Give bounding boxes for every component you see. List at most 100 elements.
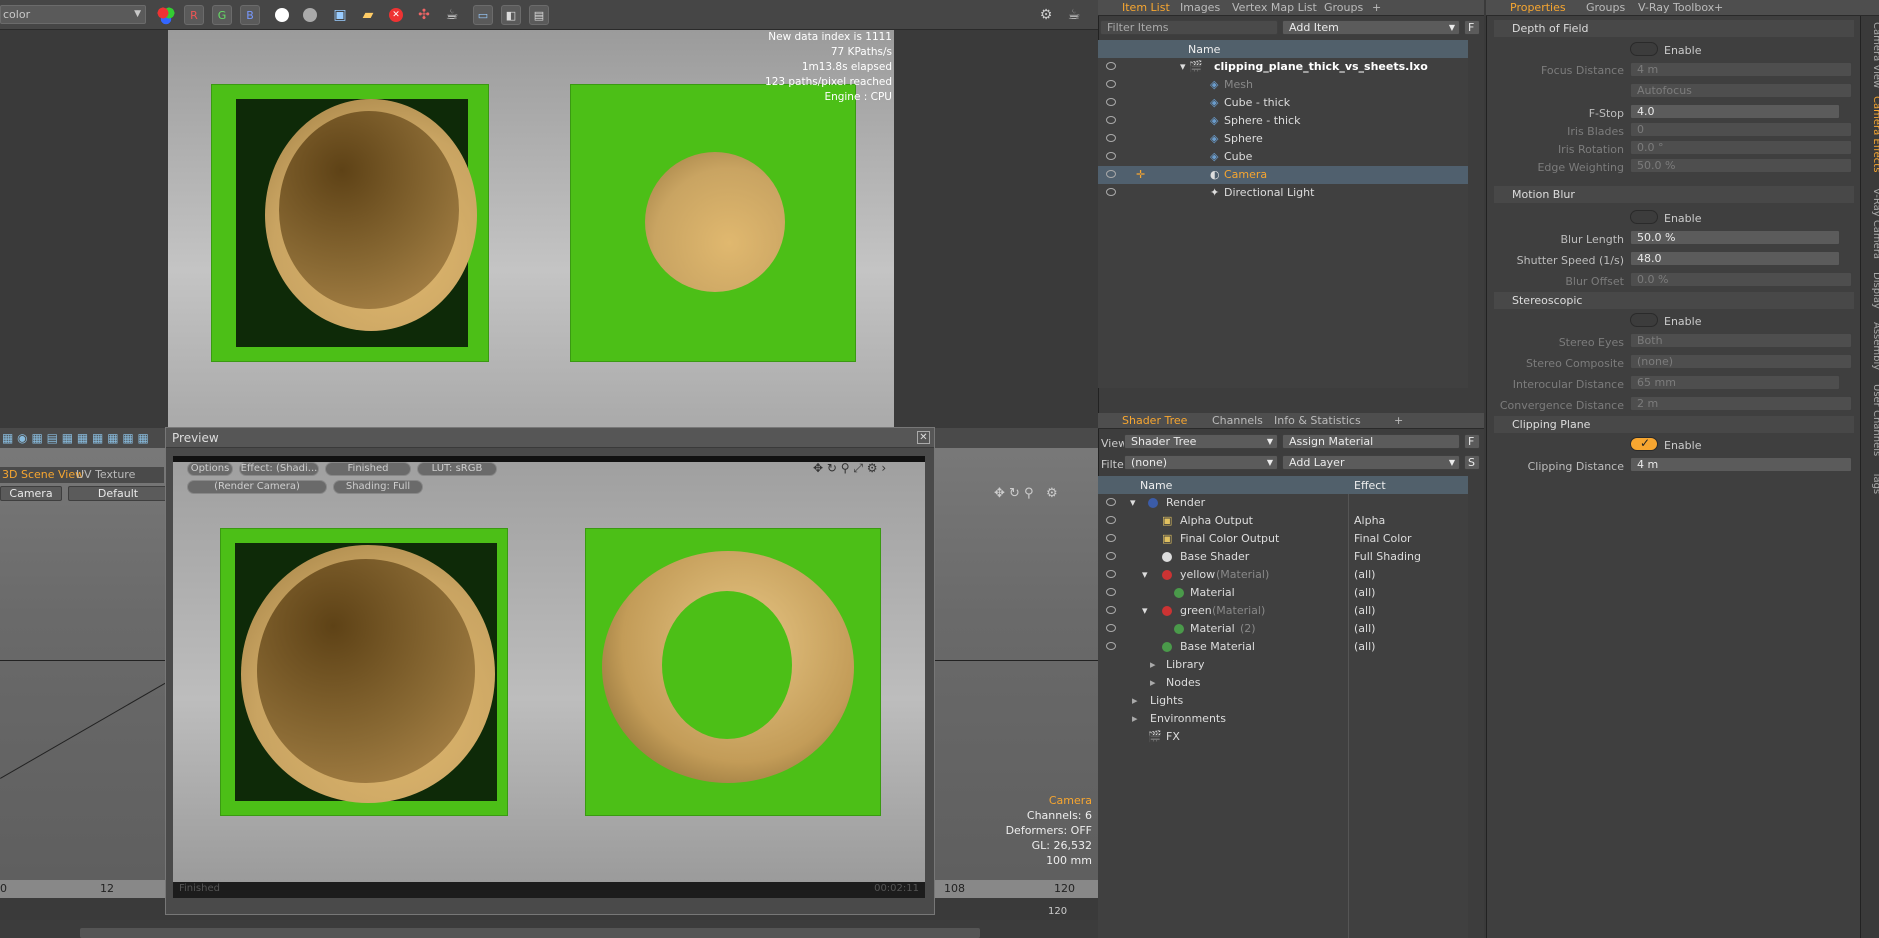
render-view[interactable]: New data index is 1111 77 KPaths/s 1m13.…	[168, 30, 894, 430]
preview-lut-button[interactable]: LUT: sRGB	[417, 462, 497, 476]
side-tab-user-channels[interactable]: User Channels	[1863, 384, 1879, 456]
eye-icon[interactable]	[1106, 534, 1116, 542]
iris-rotation-field[interactable]: 0.0 °	[1630, 140, 1852, 155]
tab-groups-props[interactable]: Groups	[1580, 0, 1631, 16]
overlay-icon[interactable]: ▤	[529, 5, 549, 25]
list-item[interactable]: ◈ Mesh	[1098, 76, 1468, 94]
shader-row[interactable]: Material (all)	[1098, 584, 1468, 602]
save-icon[interactable]: ▣	[330, 5, 350, 25]
tab-uv-texture-view[interactable]: UV Texture View	[70, 467, 164, 497]
tab-vray-toolbox[interactable]: V-Ray Toolbox	[1632, 0, 1720, 16]
filter-dropdown[interactable]: (none) ▼	[1124, 455, 1278, 470]
camera-target-icon[interactable]: ✛	[1136, 166, 1145, 184]
viewport-nav-icons[interactable]: ✥ ↻ ⚲ ⚙	[994, 486, 1058, 501]
clipping-distance-field[interactable]: 4 m	[1630, 457, 1852, 472]
eye-icon[interactable]	[1106, 134, 1116, 142]
side-tab-display[interactable]: Display	[1863, 272, 1879, 309]
eye-icon[interactable]	[1106, 606, 1116, 614]
close-icon[interactable]: ✕	[917, 431, 930, 444]
eye-icon[interactable]	[1106, 98, 1116, 106]
side-tab-camera-view[interactable]: Camera View	[1863, 22, 1879, 88]
grid-icon[interactable]: ✣	[414, 5, 434, 25]
stereo-composite-dropdown[interactable]: (none)	[1630, 354, 1852, 369]
eye-icon[interactable]	[1106, 642, 1116, 650]
add-tab-icon[interactable]: +	[1708, 0, 1729, 16]
autofocus-button[interactable]: Autofocus	[1630, 83, 1852, 98]
eye-icon[interactable]	[1106, 80, 1116, 88]
preview-nav-icons[interactable]: ✥ ↻ ⚲ ⤢ ⚙ ›	[813, 461, 886, 476]
add-tab-icon[interactable]: +	[1366, 0, 1387, 16]
edge-weighting-field[interactable]: 50.0 %	[1630, 158, 1852, 173]
preview-shading-button[interactable]: Shading: Full	[333, 480, 423, 494]
stereo-section[interactable]: Stereoscopic	[1494, 292, 1854, 309]
shader-f-button[interactable]: F	[1464, 434, 1480, 449]
compare-icon[interactable]: ◧	[501, 5, 521, 25]
shader-row[interactable]: 🎬 FX	[1098, 728, 1468, 746]
eye-icon[interactable]	[1106, 116, 1116, 124]
assign-material-button[interactable]: Assign Material	[1282, 434, 1460, 449]
channel-r-button[interactable]: R	[184, 5, 204, 25]
default-button[interactable]: Default	[68, 486, 168, 501]
convergence-field[interactable]: 2 m	[1630, 396, 1852, 411]
interocular-field[interactable]: 65 mm	[1630, 375, 1840, 390]
channel-b-button[interactable]: B	[240, 5, 260, 25]
rgb-icon[interactable]	[156, 5, 176, 25]
tab-item-list[interactable]: Item List	[1116, 0, 1176, 16]
filter-items-input[interactable]: Filter Items	[1100, 20, 1278, 35]
teapot-icon[interactable]: ☕	[442, 5, 462, 25]
dof-enable-toggle[interactable]	[1630, 42, 1658, 56]
teapot-render-icon[interactable]: ☕	[1064, 5, 1084, 25]
expand-icon[interactable]: ▾	[1130, 494, 1136, 512]
expand-icon[interactable]: ▾	[1142, 602, 1148, 620]
eye-icon[interactable]	[1106, 516, 1116, 524]
shader-row[interactable]: ▸ Environments	[1098, 710, 1468, 728]
shader-row[interactable]: ▾ Render	[1098, 494, 1468, 512]
white-circle-icon[interactable]	[275, 8, 289, 22]
shader-row[interactable]: Base Material (all)	[1098, 638, 1468, 656]
expand-icon[interactable]: ▾	[1142, 566, 1148, 584]
eye-icon[interactable]	[1106, 624, 1116, 632]
preview-camera-button[interactable]: (Render Camera)	[187, 480, 327, 494]
item-filter-f-button[interactable]: F	[1464, 20, 1480, 35]
preview-effect-button[interactable]: Effect: (Shadi...	[239, 462, 319, 476]
clipping-plane-section[interactable]: Clipping Plane	[1494, 416, 1854, 433]
shader-row[interactable]: ▾ yellow (Material) (all)	[1098, 566, 1468, 584]
shader-row[interactable]: ▣ Alpha Output Alpha	[1098, 512, 1468, 530]
preview-render[interactable]: Options Effect: (Shadi... Finished LUT: …	[173, 456, 925, 898]
side-tab-camera-effects[interactable]: Camera Effects	[1863, 96, 1879, 172]
iris-blades-field[interactable]: 0	[1630, 122, 1852, 137]
add-tab-icon[interactable]: +	[1388, 413, 1409, 429]
shader-row[interactable]: ▣ Final Color Output Final Color	[1098, 530, 1468, 548]
view-dropdown[interactable]: Shader Tree ▼	[1124, 434, 1278, 449]
tab-channels[interactable]: Channels	[1206, 413, 1269, 429]
stop-icon[interactable]: ✕	[389, 8, 403, 22]
eye-icon[interactable]	[1106, 570, 1116, 578]
add-item-dropdown[interactable]: Add Item ▼	[1282, 20, 1460, 35]
camera-button[interactable]: Camera	[0, 486, 62, 501]
motion-blur-section[interactable]: Motion Blur	[1494, 186, 1854, 203]
list-item[interactable]: ◈ Cube	[1098, 148, 1468, 166]
list-item[interactable]: ◈ Sphere - thick	[1098, 112, 1468, 130]
shader-row[interactable]: Material (2) (all)	[1098, 620, 1468, 638]
color-dropdown[interactable]: color ▼	[0, 5, 146, 24]
shader-row[interactable]: ▸ Lights	[1098, 692, 1468, 710]
focus-distance-field[interactable]: 4 m	[1630, 62, 1852, 77]
list-item-selected[interactable]: ✛ ◐ Camera	[1098, 166, 1468, 184]
side-tab-tags[interactable]: Tags	[1863, 472, 1879, 494]
eye-icon[interactable]	[1106, 588, 1116, 596]
list-item[interactable]: ▾ 🎬 clipping_plane_thick_vs_sheets.lxo	[1098, 58, 1468, 76]
tab-images[interactable]: Images	[1174, 0, 1226, 16]
tab-vertex-map-list[interactable]: Vertex Map List	[1226, 0, 1323, 16]
clipping-enable-toggle[interactable]: ✓	[1630, 436, 1658, 451]
side-tab-vray-camera[interactable]: V-Ray Camera	[1863, 188, 1879, 259]
transport-controls[interactable]	[80, 928, 980, 938]
eye-icon[interactable]	[1106, 498, 1116, 506]
tab-info-statistics[interactable]: Info & Statistics	[1268, 413, 1367, 429]
tab-groups[interactable]: Groups	[1318, 0, 1369, 16]
blur-offset-field[interactable]: 0.0 %	[1630, 272, 1852, 287]
stereo-eyes-dropdown[interactable]: Both	[1630, 333, 1852, 348]
eye-icon[interactable]	[1106, 188, 1116, 196]
eye-icon[interactable]	[1106, 552, 1116, 560]
list-item[interactable]: ◈ Sphere	[1098, 130, 1468, 148]
eye-icon[interactable]	[1106, 170, 1116, 178]
